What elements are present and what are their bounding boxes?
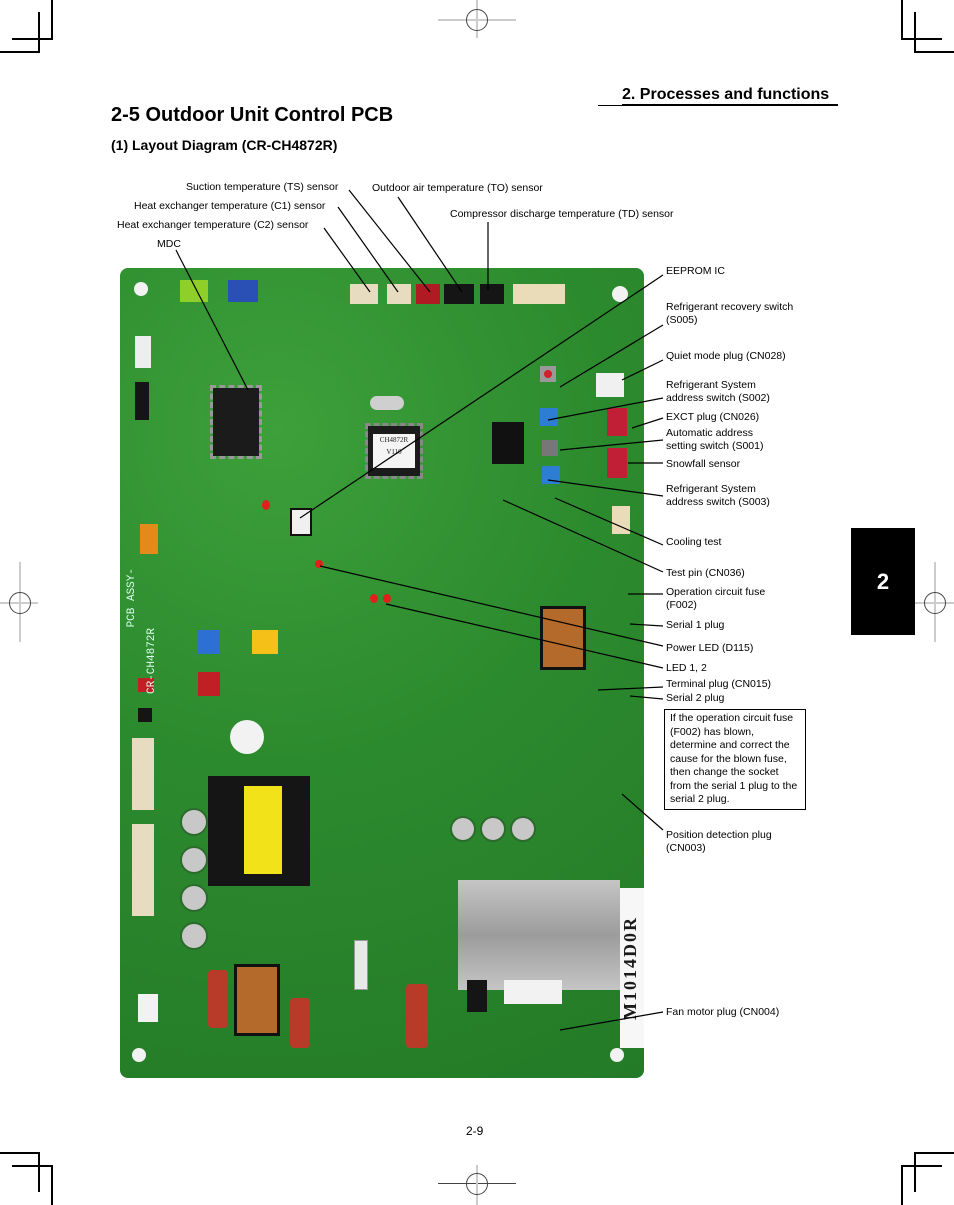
eeprom-ic: [290, 508, 312, 536]
mounting-hole: [612, 286, 628, 302]
main-fuse: [354, 940, 368, 990]
connector-small-black: [138, 708, 152, 722]
x-capacitor: [208, 970, 228, 1028]
pcb-photo: CH4872R V110 M1014D0R CR-CH4872R PCB ASS…: [120, 268, 644, 1078]
line-filter: [234, 964, 280, 1036]
connector-to: [444, 284, 474, 304]
connector-right: [612, 506, 630, 534]
inductor-l004: [540, 606, 586, 670]
label-mdc: MDC: [157, 238, 181, 250]
connector-htc1: [132, 738, 154, 810]
fan-motor-plug: [504, 980, 562, 1004]
snowfall-plug: [607, 448, 627, 478]
capacitor: [180, 922, 208, 950]
connector-orange: [140, 524, 158, 554]
connector-white: [135, 336, 151, 368]
connector-c2: [350, 284, 378, 304]
capacitor: [480, 816, 506, 842]
mcu-label-2: V110: [386, 448, 402, 456]
label-right-11: Serial 1 plug: [666, 619, 725, 631]
led-1: [383, 594, 391, 603]
assy-print: PCB ASSY-: [126, 568, 138, 628]
label-right-10: Operation circuit fuse (F002): [666, 586, 766, 611]
chapter-tab: 2: [851, 528, 915, 635]
auto-address-switch: [542, 440, 558, 456]
quiet-plug: [596, 373, 624, 397]
main-mcu: CH4872R V110: [365, 423, 423, 479]
label-right-5: Automatic address setting switch (S001): [666, 427, 764, 452]
label-right-1: Refrigerant recovery switch (S005): [666, 301, 794, 326]
label-suction-sensor: Suction temperature (TS) sensor: [186, 181, 339, 193]
x-capacitor: [290, 998, 310, 1048]
rotary-switch: [492, 422, 524, 464]
serial-print: M1014D0R: [620, 888, 644, 1048]
header-rule-thick: [622, 104, 838, 106]
connector-mov: [513, 284, 565, 304]
connector-green: [180, 280, 208, 302]
x-capacitor: [406, 984, 428, 1048]
mounting-hole: [132, 1048, 146, 1062]
connector-ts: [416, 284, 440, 304]
capacitor: [180, 808, 208, 836]
label-outdoor-air-sensor: Outdoor air temperature (TO) sensor: [372, 182, 543, 194]
connector-blue: [228, 280, 258, 302]
mounting-hole: [134, 282, 148, 296]
fuse-note: If the operation circuit fuse (F002) has…: [664, 709, 806, 810]
heatsink: [458, 880, 620, 990]
connector-red3: [198, 672, 220, 696]
mdc-chip: [210, 385, 262, 459]
label-right-7: Refrigerant System address switch (S003): [666, 483, 770, 508]
page-title: 2-5 Outdoor Unit Control PCB: [111, 104, 394, 126]
red-led: [262, 500, 270, 510]
label-hx-c2-sensor: Heat exchanger temperature (C2) sensor: [117, 219, 309, 231]
mounting-hole: [610, 1048, 624, 1062]
label-right-17: Fan motor plug (CN004): [666, 1006, 780, 1018]
label-right-2: Quiet mode plug (CN028): [666, 350, 786, 362]
connector-td: [480, 284, 504, 304]
recovery-switch: [540, 366, 556, 382]
crystal: [370, 396, 404, 410]
board-id-print: CR-CH4872R: [146, 628, 158, 695]
capacitor: [450, 816, 476, 842]
mcu-label-1: CH4872R: [379, 436, 409, 444]
capacitor: [180, 846, 208, 874]
transformer: [208, 776, 310, 886]
label-right-12: Power LED (D115): [666, 642, 754, 654]
label-right-15: Serial 2 plug: [666, 692, 725, 704]
label-right-6: Snowfall sensor: [666, 458, 741, 470]
label-right-3: Refrigerant System address switch (S002): [666, 379, 770, 404]
label-right-8: Cooling test: [666, 536, 722, 548]
label-hx-c1-sensor: Heat exchanger temperature (C1) sensor: [134, 200, 326, 212]
label-right-13: LED 1, 2: [666, 662, 707, 674]
excit-plug: [607, 408, 627, 436]
connector-cn007: [467, 980, 487, 1012]
capacitor: [180, 884, 208, 912]
power-led: [315, 560, 323, 568]
logo-sticker: [230, 720, 264, 754]
connector-dc280: [138, 994, 158, 1022]
label-right-16: Position detection plug (CN003): [666, 829, 772, 854]
page-subtitle: (1) Layout Diagram (CR-CH4872R): [111, 137, 338, 153]
label-right-14: Terminal plug (CN015): [666, 678, 772, 690]
connector-htc2: [132, 824, 154, 916]
connector-yel: [252, 630, 278, 654]
switch-s002: [540, 408, 558, 426]
section-heading: 2. Processes and functions: [622, 86, 830, 103]
connector-flash: [135, 382, 149, 420]
label-right-9: Test pin (CN036): [666, 567, 745, 579]
label-discharge-sensor: Compressor discharge temperature (TD) se…: [450, 208, 674, 220]
page-number: 2-9: [466, 1124, 484, 1138]
connector-c1: [387, 284, 411, 304]
led-2: [370, 594, 378, 603]
label-right-0: EEPROM IC: [666, 265, 725, 277]
connector-blu3: [198, 630, 220, 654]
capacitor: [510, 816, 536, 842]
switch-s003: [542, 466, 560, 484]
label-right-4: EXCT plug (CN026): [666, 411, 760, 423]
